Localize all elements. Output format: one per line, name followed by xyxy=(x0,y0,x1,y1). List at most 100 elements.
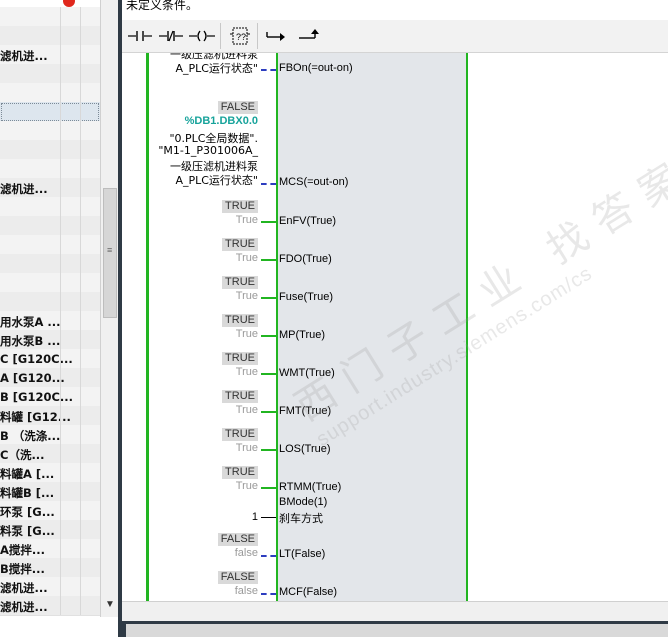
tree-item[interactable]: 料泵 [G... xyxy=(0,520,100,540)
tree-item[interactable] xyxy=(0,235,100,255)
tree-item-label: 滤机进... xyxy=(0,182,48,196)
nc-contact-icon[interactable] xyxy=(157,23,185,49)
pin-row[interactable]: LOS(True) xyxy=(122,440,668,460)
grid-line xyxy=(80,387,81,406)
pin-row[interactable]: MP(True) xyxy=(122,326,668,346)
pin-label: EnFV(True) xyxy=(279,215,337,227)
tree-item-label: 料泵 [G... xyxy=(0,524,55,538)
grid-line xyxy=(80,520,81,539)
grid-line xyxy=(60,482,61,501)
pin-row[interactable]: FDO(True) xyxy=(122,250,668,270)
pin-row[interactable]: MCF(False) xyxy=(122,583,668,601)
tree-item[interactable]: 料罐A [... xyxy=(0,463,100,483)
no-contact-icon[interactable] xyxy=(126,23,154,49)
tree-item[interactable] xyxy=(0,197,100,217)
empty-box-icon[interactable]: ?? xyxy=(226,23,254,49)
grid-line xyxy=(80,349,81,368)
tree-item[interactable] xyxy=(0,83,100,103)
pin-row[interactable]: Fuse(True) xyxy=(122,288,668,308)
project-tree-scrollbar[interactable]: ≡ ▼ xyxy=(100,0,118,617)
close-branch-icon[interactable] xyxy=(294,23,322,49)
tree-item[interactable] xyxy=(0,292,100,312)
grid-line xyxy=(60,425,61,444)
scrollbar-thumb[interactable]: ≡ xyxy=(103,188,117,318)
tree-item[interactable] xyxy=(0,102,100,122)
grid-line xyxy=(60,387,61,406)
grid-line xyxy=(60,159,61,178)
tree-item[interactable] xyxy=(0,140,100,160)
tree-item[interactable]: 滤机进... xyxy=(0,596,100,616)
tree-item-label: B搅拌... xyxy=(0,562,45,576)
grid-line xyxy=(60,235,61,254)
tree-item[interactable]: B （洗涤... xyxy=(0,425,100,445)
tree-item[interactable]: 料罐B [... xyxy=(0,482,100,502)
status-bar xyxy=(122,621,668,637)
coil-icon[interactable] xyxy=(188,23,216,49)
condition-text: 未定义条件。 xyxy=(126,0,199,12)
tree-item[interactable]: B搅拌... xyxy=(0,558,100,578)
tree-item[interactable] xyxy=(0,64,100,84)
pin-bmode[interactable]: 刹车方式 xyxy=(122,507,668,527)
chevron-down-icon[interactable]: ▼ xyxy=(102,597,118,613)
grid-line xyxy=(80,596,81,615)
ladder-network: "一级压滤机进料泵 A_PLC运行状态" FBOn(=out-on) FALSE… xyxy=(122,53,668,601)
tree-item[interactable]: B [G120C... xyxy=(0,387,100,407)
pin-row[interactable]: EnFV(True) xyxy=(122,212,668,232)
grid-line xyxy=(60,292,61,311)
pin-wire xyxy=(261,593,276,595)
tree-item[interactable]: C（洗... xyxy=(0,444,100,464)
open-branch-icon[interactable] xyxy=(262,23,290,49)
grid-line xyxy=(60,254,61,273)
pin-wire xyxy=(261,411,276,413)
tree-item[interactable] xyxy=(0,159,100,179)
pin-row[interactable]: WMT(True) xyxy=(122,364,668,384)
tree-item[interactable]: 滤机进... xyxy=(0,577,100,597)
tree-item[interactable]: 滤机进... xyxy=(0,178,100,198)
grid-line xyxy=(80,121,81,140)
grid-line xyxy=(80,102,81,121)
tree-item[interactable]: A搅拌... xyxy=(0,539,100,559)
ladder-toolbar: ?? xyxy=(122,20,668,53)
tree-item[interactable]: 环泵 [G... xyxy=(0,501,100,521)
tree-item[interactable] xyxy=(0,273,100,293)
horizontal-scrollbar[interactable] xyxy=(122,601,668,622)
tree-item-label: B [G120C... xyxy=(0,390,74,404)
tree-item[interactable]: A [G120... xyxy=(0,368,100,388)
grid-line xyxy=(80,178,81,197)
tree-item-label: C [G120C... xyxy=(0,352,73,366)
grid-line xyxy=(60,330,61,349)
pin-row[interactable]: LT(False) xyxy=(122,545,668,565)
status-bar-inner xyxy=(126,624,668,637)
tree-item[interactable]: 用水泵B ... xyxy=(0,330,100,350)
svg-text:??: ?? xyxy=(236,32,246,42)
tree-item[interactable] xyxy=(0,121,100,141)
grid-line xyxy=(60,140,61,159)
grid-line xyxy=(80,482,81,501)
pin-mcs[interactable]: MCS(=out-on) xyxy=(122,173,668,193)
tree-item[interactable]: 用水泵A ... xyxy=(0,311,100,331)
grid-line xyxy=(60,406,61,425)
tree-item[interactable] xyxy=(0,26,100,46)
tag-address[interactable]: %DB1.DBX0.0 xyxy=(185,115,258,127)
tree-item-label: C（洗... xyxy=(0,448,45,462)
pin-row[interactable]: RTMM(True) xyxy=(122,478,668,498)
grid-line xyxy=(60,501,61,520)
tree-item-label: 滤机进... xyxy=(0,600,48,614)
pin-label: MP(True) xyxy=(279,329,326,341)
pin-row[interactable]: FMT(True) xyxy=(122,402,668,422)
pin-fbon[interactable]: FBOn(=out-on) xyxy=(122,59,668,79)
grid-line xyxy=(80,7,81,26)
grid-line xyxy=(80,235,81,254)
pin-wire xyxy=(261,373,276,375)
pin-wire xyxy=(261,555,276,557)
grid-line xyxy=(80,558,81,577)
grid-line xyxy=(80,444,81,463)
tree-item[interactable]: 滤机进... xyxy=(0,45,100,65)
tree-item[interactable]: C [G120C... xyxy=(0,349,100,369)
grid-line xyxy=(80,406,81,425)
tree-item[interactable]: 料罐 [G12... xyxy=(0,406,100,426)
tree-item[interactable] xyxy=(0,7,100,27)
tree-item[interactable] xyxy=(0,254,100,274)
tree-item-label: 滤机进... xyxy=(0,581,48,595)
tree-item[interactable] xyxy=(0,216,100,236)
